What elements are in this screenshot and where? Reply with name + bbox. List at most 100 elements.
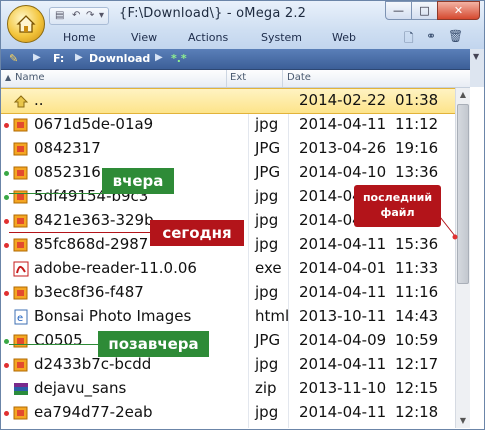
new-file-marker — [4, 411, 9, 416]
image-file-icon — [13, 286, 28, 300]
menu-web[interactable]: Web — [332, 31, 356, 44]
file-ext: html — [255, 307, 290, 325]
close-button[interactable]: ✕ — [437, 1, 480, 20]
image-file-icon — [13, 406, 28, 420]
vertical-scrollbar[interactable]: ▲ ▼ — [455, 88, 470, 428]
menu-home[interactable]: Home — [63, 31, 95, 44]
qat-dropdown-icon[interactable]: ▾ — [99, 10, 104, 21]
file-list: .. 2014-02-22 01:38 0671d5de-01a9 jpg 20… — [1, 88, 470, 428]
file-name: .. — [34, 91, 44, 109]
file-date: 2014-04-11 — [299, 283, 387, 301]
file-date: 2014-04-11 — [299, 235, 387, 253]
new-file-marker — [4, 291, 9, 296]
chevron-down-icon[interactable]: ▼ — [473, 52, 479, 61]
file-ext: jpg — [255, 355, 279, 373]
new-file-marker — [4, 243, 9, 248]
scroll-up-icon[interactable]: ▲ — [456, 88, 470, 102]
path-arrow-icon: ▶ — [75, 52, 83, 63]
file-time: 13:36 — [395, 163, 439, 181]
column-ext[interactable]: Ext — [230, 72, 246, 83]
column-header: ▲ Name Ext Date — [1, 70, 470, 88]
file-ext: JPG — [255, 139, 281, 157]
window-controls: — □ ✕ — [385, 1, 480, 21]
file-time: 14:43 — [395, 307, 439, 325]
file-date: 2014-04 — [299, 187, 362, 205]
image-file-icon — [13, 142, 28, 156]
list-item[interactable]: 0852316 JPG 2014-04-10 13:36 — [1, 161, 470, 185]
path-drive[interactable]: F: — [53, 52, 64, 65]
annotation-line — [9, 344, 98, 345]
file-time: 11:33 — [395, 259, 439, 277]
file-time: 19:16 — [395, 139, 439, 157]
file-date: 2014-02-22 — [299, 91, 387, 109]
new-file-marker — [4, 363, 9, 368]
list-item[interactable]: ea794d77-2eab jpg 2014-04-11 12:18 — [1, 401, 470, 425]
file-time: 12:17 — [395, 355, 439, 373]
omega-window: ▤ ↶ ↷ ▾ {F:\Download\} - oMega 2.2 — □ ✕… — [0, 0, 485, 430]
menu-system[interactable]: System — [261, 31, 302, 44]
image-file-icon — [13, 190, 28, 204]
menu-view[interactable]: View — [131, 31, 157, 44]
image-file-icon — [13, 334, 28, 348]
file-ext: jpg — [255, 235, 279, 253]
path-bar: ✎ ▶ F: ▶ Download ▶ *.* — [1, 49, 484, 70]
file-date: 2014-04-01 — [299, 259, 387, 277]
file-time: 11:16 — [395, 283, 439, 301]
redo-icon[interactable]: ↷ — [86, 10, 94, 21]
file-ext: jpg — [255, 115, 279, 133]
list-item[interactable]: b3ec8f36-f487 jpg 2014-04-11 11:16 — [1, 281, 470, 305]
file-ext: jpg — [255, 403, 279, 421]
file-time: 12:15 — [395, 379, 439, 397]
file-ext: jpg — [255, 211, 279, 229]
file-time: 01:38 — [395, 91, 439, 109]
annotation-line — [9, 193, 102, 194]
undo-icon[interactable]: ↶ — [72, 10, 80, 21]
image-file-icon — [13, 238, 28, 252]
column-date[interactable]: Date — [287, 72, 311, 83]
list-item[interactable]: dejavu_sans zip 2013-11-10 12:15 — [1, 377, 470, 401]
list-item[interactable]: d2433b7c-bcdd jpg 2014-04-11 12:17 — [1, 353, 470, 377]
file-ext: jpg — [255, 187, 279, 205]
path-filter[interactable]: *.* — [171, 52, 187, 65]
list-item[interactable]: 0671d5de-01a9 jpg 2014-04-11 11:12 — [1, 113, 470, 137]
html-file-icon: e — [14, 309, 28, 325]
link-icon[interactable]: ⚭ — [426, 29, 436, 43]
file-name: 0842317 — [34, 139, 101, 157]
file-date: 2014-04-10 — [299, 163, 387, 181]
list-item[interactable]: e Bonsai Photo Images html 2013-10-11 14… — [1, 305, 470, 329]
file-name: 8421e363-329b — [34, 211, 154, 229]
new-file-marker — [4, 171, 9, 176]
annotation-day-before: позавчера — [98, 331, 209, 357]
path-arrow-icon: ▶ — [155, 52, 163, 63]
file-time: 10:59 — [395, 331, 439, 349]
column-name[interactable]: Name — [15, 72, 45, 83]
file-date: 2013-04-26 — [299, 139, 387, 157]
new-document-icon[interactable]: 🗋 — [404, 29, 414, 50]
annotation-pointer — [432, 207, 458, 240]
file-date: 2013-11-10 — [299, 379, 387, 397]
maximize-button[interactable]: □ — [411, 1, 438, 20]
image-file-icon — [13, 358, 28, 372]
menu-actions[interactable]: Actions — [188, 31, 228, 44]
image-file-icon — [13, 166, 28, 180]
file-name: dejavu_sans — [34, 379, 127, 397]
file-name: 0671d5de-01a9 — [34, 115, 154, 133]
file-ext: JPG — [255, 331, 281, 349]
scroll-down-icon[interactable]: ▼ — [456, 414, 470, 428]
annotation-today: сегодня — [150, 220, 244, 246]
file-ext: JPG — [255, 163, 281, 181]
home-orb-button[interactable] — [7, 5, 45, 43]
minimize-button[interactable]: — — [385, 1, 412, 20]
list-item[interactable]: C0505 JPG 2014-04-09 10:59 — [1, 329, 470, 353]
title-bar: ▤ ↶ ↷ ▾ {F:\Download\} - oMega 2.2 — □ ✕… — [1, 1, 484, 50]
trash-icon[interactable]: 🗑 — [448, 29, 463, 43]
path-folder[interactable]: Download — [89, 52, 150, 65]
qat-menu-icon[interactable]: ▤ — [55, 10, 64, 21]
list-item[interactable]: .. 2014-02-22 01:38 — [1, 88, 470, 114]
file-name: b3ec8f36-f487 — [34, 283, 144, 301]
list-item[interactable]: adobe-reader-11.0.06 exe 2014-04-01 11:3… — [1, 257, 470, 281]
file-time: 12:18 — [395, 403, 439, 421]
scroll-thumb[interactable] — [457, 104, 469, 284]
list-item[interactable]: 0842317 JPG 2013-04-26 19:16 — [1, 137, 470, 161]
edit-path-icon[interactable]: ✎ — [9, 52, 18, 65]
